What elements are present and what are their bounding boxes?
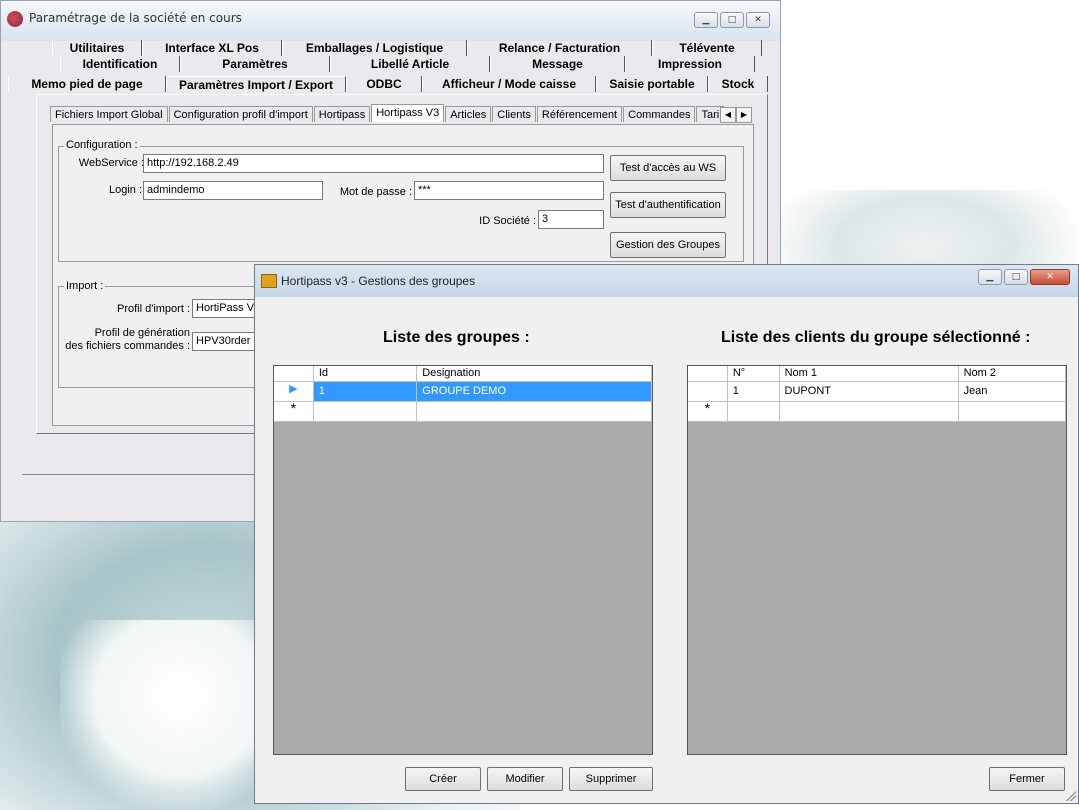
close-icon[interactable]: ✕ [746,12,770,28]
tab-scroll-left-icon[interactable]: ◀ [720,107,736,123]
tab-emballages-logistique[interactable]: Emballages / Logistique [282,40,467,56]
webservice-input[interactable]: http://192.168.2.49 [143,154,604,173]
row-header-cell [688,382,728,402]
create-button[interactable]: Créer [405,767,481,791]
tab-parametres[interactable]: Paramètres [180,56,330,72]
tab-interface-xl-pos[interactable]: Interface XL Pos [142,40,282,56]
societe-id-input[interactable]: 3 [538,210,604,229]
tab-impression[interactable]: Impression [625,56,755,72]
client-nom1-cell[interactable]: DUPONT [779,382,959,402]
clients-list-heading: Liste des clients du groupe sélectionné … [721,329,1031,346]
column-header-id[interactable]: Id [313,366,418,382]
import-profile-label: Profil d'import : [116,303,190,315]
login-label: Login : [108,184,142,196]
groups-list-heading: Liste des groupes : [383,329,530,346]
test-auth-button[interactable]: Test d'authentification [610,192,726,218]
new-row[interactable]: * [274,401,652,422]
client-number-cell[interactable]: 1 [727,382,780,402]
tab-relance-facturation[interactable]: Relance / Facturation [467,40,652,56]
groups-grid-header: Id Designation [274,366,652,382]
dialog-maximize-icon[interactable]: □ [1004,269,1028,285]
group-id-cell[interactable]: 1 [313,382,418,402]
manage-groups-button[interactable]: Gestion des Groupes [610,232,726,258]
clients-grid[interactable]: N° Nom 1 Nom 2 1 DUPONT Jean * [687,365,1067,755]
group-designation-cell[interactable]: GROUPE DEMO [417,382,652,402]
subtab-articles[interactable]: Articles [445,106,492,122]
maximize-icon[interactable]: □ [720,12,744,28]
tab-afficheur-mode-caisse[interactable]: Afficheur / Mode caisse [422,76,596,92]
modify-button[interactable]: Modifier [487,767,563,791]
new-row-id-cell[interactable] [313,402,418,422]
subtab-configuration-profil[interactable]: Configuration profil d'import [168,106,313,122]
import-profile-select[interactable]: HortiPass V [192,299,256,318]
tab-libelle-article[interactable]: Libellé Article [330,56,490,72]
test-ws-button[interactable]: Test d'accès au WS [610,155,726,181]
generation-profile-label-2: des fichiers commandes : [65,340,190,352]
column-header-nom2[interactable]: Nom 2 [958,366,1066,382]
login-input[interactable]: admindemo [143,181,323,200]
subtab-hortipass[interactable]: Hortipass [313,106,371,122]
new-row-nom2-cell[interactable] [958,402,1066,422]
societe-id-label: ID Société : [479,215,536,227]
table-row[interactable]: ▶ 1 GROUPE DEMO [274,382,652,402]
configuration-legend: Configuration : [64,139,140,151]
tab-odbc[interactable]: ODBC [346,76,422,92]
tab-televente[interactable]: Télévente [652,40,762,56]
delete-button[interactable]: Supprimer [569,767,653,791]
column-header-number[interactable]: N° [727,366,780,382]
app-icon [7,11,23,27]
current-row-icon: ▶ [274,382,314,402]
desktop-background-highlight [60,620,260,810]
groups-grid[interactable]: Id Designation ▶ 1 GROUPE DEMO * [273,365,653,755]
dialog-app-icon [261,274,277,288]
tab-utilitaires[interactable]: Utilitaires [52,40,142,56]
tab-identification[interactable]: Identification [60,56,180,72]
new-row-icon: * [688,401,728,422]
tab-saisie-portable[interactable]: Saisie portable [596,76,708,92]
resize-grip-icon[interactable] [1066,791,1076,801]
new-row[interactable]: * [688,401,1066,422]
tab-message[interactable]: Message [490,56,625,72]
new-row-designation-cell[interactable] [417,402,652,422]
password-label: Mot de passe : [339,186,412,198]
tab-memo-pied-de-page[interactable]: Memo pied de page [8,76,166,92]
table-row[interactable]: 1 DUPONT Jean [688,382,1066,402]
generation-profile-select[interactable]: HPV30rder [192,332,256,351]
webservice-label: WebService : [78,157,144,169]
import-legend: Import : [64,280,106,292]
client-nom2-cell[interactable]: Jean [958,382,1066,402]
settings-window-title: Paramétrage de la société en cours [29,11,242,25]
clients-grid-header: N° Nom 1 Nom 2 [688,366,1066,382]
new-row-nom1-cell[interactable] [779,402,959,422]
groups-dialog-title-bar: Hortipass v3 - Gestions des groupes ▁ □ … [255,265,1078,297]
row-header-cell [688,366,728,382]
tab-row-1: Utilitaires Interface XL Pos Emballages … [52,40,762,56]
password-input[interactable]: *** [414,181,604,200]
settings-title-bar: Paramétrage de la société en cours ▁ □ ✕ [1,1,780,41]
new-row-number-cell[interactable] [727,402,780,422]
dialog-close-icon[interactable]: ✕ [1030,269,1070,285]
dialog-minimize-icon[interactable]: ▁ [978,269,1002,285]
subtab-commandes[interactable]: Commandes [623,106,696,122]
tab-row-3: Memo pied de page Paramètres Import / Ex… [8,76,768,92]
tab-scroll-right-icon[interactable]: ▶ [736,107,752,123]
tab-row-2: Identification Paramètres Libellé Articl… [60,56,755,72]
subtab-fichiers-import-global[interactable]: Fichiers Import Global [50,106,168,122]
groups-dialog: Hortipass v3 - Gestions des groupes ▁ □ … [254,264,1079,804]
subtab-hortipass-v3[interactable]: Hortipass V3 [371,104,445,122]
new-row-icon: * [274,401,314,422]
column-header-nom1[interactable]: Nom 1 [779,366,959,382]
minimize-icon[interactable]: ▁ [694,12,718,28]
import-subtabs: Fichiers Import Global Configuration pro… [50,104,725,124]
subtab-clients[interactable]: Clients [492,106,536,122]
row-header-cell [274,366,314,382]
tab-parametres-import-export[interactable]: Paramètres Import / Export [166,76,346,92]
tab-stock[interactable]: Stock [708,76,768,92]
groups-dialog-title: Hortipass v3 - Gestions des groupes [281,274,476,288]
generation-profile-label-1: Profil de génération [94,327,190,339]
close-button[interactable]: Fermer [989,767,1065,791]
subtab-referencement[interactable]: Référencement [536,106,623,122]
column-header-designation[interactable]: Designation [417,366,652,382]
